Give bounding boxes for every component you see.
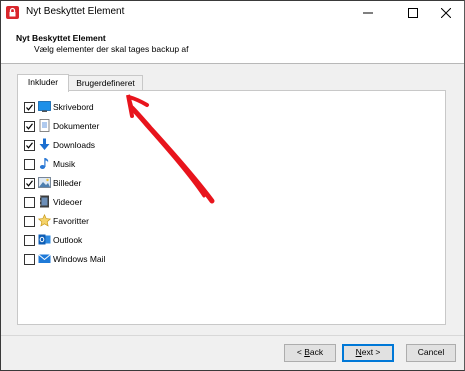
minimize-icon bbox=[363, 12, 373, 14]
checkmark-icon bbox=[26, 123, 33, 130]
window-title: Nyt Beskyttet Element bbox=[26, 6, 125, 17]
app-lock-icon bbox=[6, 6, 19, 19]
music-icon bbox=[39, 158, 49, 169]
back-button-label: ack bbox=[309, 347, 324, 357]
item-label-billeder: Billeder bbox=[53, 178, 82, 188]
item-label-outlook: Outlook bbox=[53, 235, 83, 245]
checkbox-videoer[interactable] bbox=[24, 197, 35, 208]
tab-inkluder[interactable]: Inkluder bbox=[17, 74, 69, 92]
next-button[interactable]: Next > bbox=[342, 344, 394, 362]
downloads-icon bbox=[39, 138, 50, 150]
checkbox-outlook[interactable] bbox=[24, 235, 35, 246]
documents-icon bbox=[39, 119, 50, 132]
pictures-icon bbox=[38, 177, 51, 188]
minimize-button[interactable] bbox=[349, 1, 387, 25]
windows-mail-icon bbox=[38, 254, 51, 263]
item-label-downloads: Downloads bbox=[53, 140, 96, 150]
checkbox-billeder[interactable] bbox=[24, 178, 35, 189]
desktop-icon bbox=[38, 101, 51, 112]
checkmark-icon bbox=[26, 104, 33, 111]
back-button[interactable]: < Back bbox=[284, 344, 336, 362]
favorites-star-icon bbox=[38, 214, 51, 227]
dialog-window: Nyt Beskyttet Element Nyt Beskyttet Elem… bbox=[0, 0, 465, 371]
checkbox-musik[interactable] bbox=[24, 159, 35, 170]
checkbox-skrivebord[interactable] bbox=[24, 102, 35, 113]
checkbox-favoritter[interactable] bbox=[24, 216, 35, 227]
maximize-icon bbox=[408, 8, 418, 18]
wizard-header: Nyt Beskyttet Element Vælg elementer der… bbox=[1, 25, 464, 63]
checkmark-icon bbox=[26, 180, 33, 187]
header-title: Nyt Beskyttet Element bbox=[16, 33, 106, 43]
item-label-favoritter: Favoritter bbox=[53, 216, 89, 226]
item-label-musik: Musik bbox=[53, 159, 76, 169]
cancel-button[interactable]: Cancel bbox=[406, 344, 456, 362]
checkbox-windows-mail[interactable] bbox=[24, 254, 35, 265]
item-label-windows-mail: Windows Mail bbox=[53, 254, 106, 264]
checkmark-icon bbox=[26, 142, 33, 149]
item-label-videoer: Videoer bbox=[53, 197, 83, 207]
videos-icon bbox=[40, 195, 49, 208]
title-bar[interactable]: Nyt Beskyttet Element bbox=[1, 1, 464, 25]
close-icon bbox=[441, 8, 451, 18]
outlook-icon bbox=[38, 234, 51, 245]
item-label-skrivebord: Skrivebord bbox=[53, 102, 94, 112]
tab-panel-inkluder: Skrivebord Dokumenter Downloads Musik Bi… bbox=[17, 90, 446, 325]
close-button[interactable] bbox=[427, 1, 464, 25]
checkbox-dokumenter[interactable] bbox=[24, 121, 35, 132]
header-subtitle: Vælg elementer der skal tages backup af bbox=[34, 44, 189, 54]
footer-divider bbox=[1, 335, 464, 336]
next-button-label: ext > bbox=[361, 347, 381, 357]
header-divider bbox=[1, 63, 464, 64]
checkbox-downloads[interactable] bbox=[24, 140, 35, 151]
item-label-dokumenter: Dokumenter bbox=[53, 121, 100, 131]
